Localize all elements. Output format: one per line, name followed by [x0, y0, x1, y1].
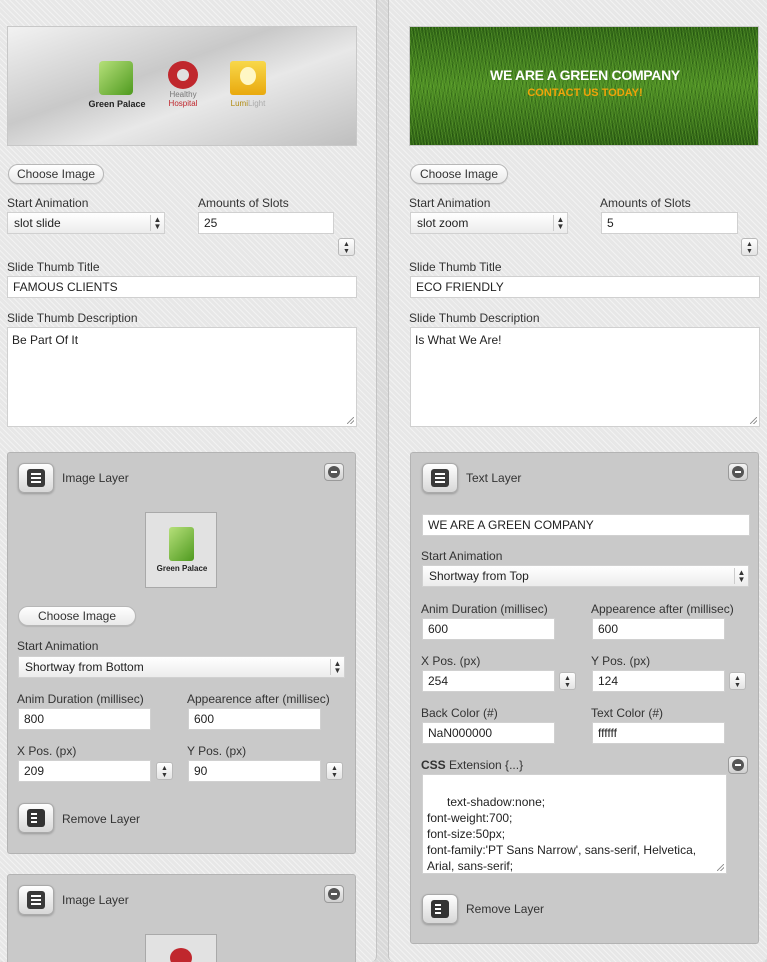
y-pos-stepper[interactable]: ▲ ▼ [729, 672, 746, 690]
appearance-after-label: Appearence after (millisec) [591, 602, 734, 616]
css-extension-label: CSS Extension {...} [421, 758, 524, 772]
layer-menu-button[interactable] [18, 463, 54, 493]
layer-start-animation-label: Start Animation [421, 549, 503, 563]
slots-stepper[interactable]: ▲ ▼ [741, 238, 758, 256]
layer-start-animation-label: Start Animation [17, 639, 99, 653]
back-color-input[interactable]: NaN000000 [422, 722, 555, 744]
thumb-description-textarea[interactable]: Be Part Of It [7, 327, 357, 427]
x-pos-label: X Pos. (px) [17, 744, 77, 758]
list-icon [431, 469, 449, 487]
select-arrows-icon: ▲ ▼ [330, 659, 344, 675]
image-layer-panel: Image Layer Green Palace Choose Image St… [7, 452, 356, 854]
slide-editor-right: WE ARE A GREEN COMPANY CONTACT US TODAY!… [388, 0, 767, 962]
resize-grip-icon[interactable] [717, 864, 724, 871]
start-animation-label: Start Animation [7, 196, 89, 210]
anim-duration-input[interactable]: 800 [18, 708, 151, 730]
remove-layer-icon-button[interactable] [422, 894, 458, 924]
layer-image-thumbnail [145, 934, 217, 962]
thumb-title-label: Slide Thumb Title [409, 260, 502, 274]
layer-title: Image Layer [62, 893, 129, 907]
appearance-after-input[interactable]: 600 [592, 618, 725, 640]
layer-title: Text Layer [466, 471, 522, 485]
start-animation-select[interactable]: slot zoom ▲ ▼ [410, 212, 568, 234]
select-arrows-icon: ▲ ▼ [734, 568, 748, 584]
remove-layer-icon [431, 900, 449, 918]
layer-choose-image-button[interactable]: Choose Image [18, 606, 136, 626]
text-layer-panel: Text Layer WE ARE A GREEN COMPANY Start … [410, 452, 759, 944]
layer-menu-button[interactable] [18, 885, 54, 915]
appearance-after-label: Appearence after (millisec) [187, 692, 330, 706]
start-animation-label: Start Animation [409, 196, 491, 210]
start-animation-select[interactable]: slot slide ▲ ▼ [7, 212, 165, 234]
css-extension-textarea[interactable]: text-shadow:none; font-weight:700; font-… [422, 774, 727, 874]
green-palace-logo: Green Palace [82, 61, 152, 111]
y-pos-input[interactable]: 124 [592, 670, 725, 692]
minus-icon [328, 888, 340, 900]
collapse-layer-button[interactable] [728, 463, 748, 481]
slots-input[interactable]: 5 [601, 212, 738, 234]
choose-image-button[interactable]: Choose Image [8, 164, 104, 184]
x-pos-stepper[interactable]: ▲ ▼ [559, 672, 576, 690]
slide-editor-left: Green Palace Healthy Hospital LumiLight … [0, 0, 377, 962]
anim-duration-label: Anim Duration (millisec) [17, 692, 144, 706]
text-color-input[interactable]: ffffff [592, 722, 725, 744]
thumb-description-textarea[interactable]: Is What We Are! [410, 327, 760, 427]
remove-layer-icon [27, 809, 45, 827]
preview-headline: WE ARE A GREEN COMPANY [490, 67, 680, 83]
slide-preview-image: WE ARE A GREEN COMPANY CONTACT US TODAY! [409, 26, 759, 146]
minus-icon [732, 466, 744, 478]
layer-title: Image Layer [62, 471, 129, 485]
layer-start-animation-select[interactable]: Shortway from Top ▲ ▼ [422, 565, 749, 587]
y-pos-label: Y Pos. (px) [187, 744, 247, 758]
collapse-layer-button[interactable] [324, 885, 344, 903]
collapse-layer-button[interactable] [324, 463, 344, 481]
y-pos-stepper[interactable]: ▲ ▼ [326, 762, 343, 780]
remove-layer-icon-button[interactable] [18, 803, 54, 833]
minus-icon [328, 466, 340, 478]
thumb-description-label: Slide Thumb Description [7, 311, 138, 325]
thumb-title-input[interactable]: ECO FRIENDLY [410, 276, 760, 298]
minus-icon [732, 759, 744, 771]
select-arrows-icon: ▲ ▼ [553, 215, 567, 231]
y-pos-input[interactable]: 90 [188, 760, 321, 782]
anim-duration-label: Anim Duration (millisec) [421, 602, 548, 616]
image-layer-panel-2: Image Layer [7, 874, 356, 962]
y-pos-label: Y Pos. (px) [591, 654, 651, 668]
resize-grip-icon[interactable] [750, 417, 757, 424]
resize-grip-icon[interactable] [347, 417, 354, 424]
appearance-after-input[interactable]: 600 [188, 708, 321, 730]
layer-start-animation-select[interactable]: Shortway from Bottom ▲ ▼ [18, 656, 345, 678]
slots-label: Amounts of Slots [198, 196, 289, 210]
thumb-title-label: Slide Thumb Title [7, 260, 100, 274]
slots-input[interactable]: 25 [198, 212, 334, 234]
slide-preview-image: Green Palace Healthy Hospital LumiLight [7, 26, 357, 146]
anim-duration-input[interactable]: 600 [422, 618, 555, 640]
remove-layer-label[interactable]: Remove Layer [466, 902, 544, 916]
layer-menu-button[interactable] [422, 463, 458, 493]
slots-stepper[interactable]: ▲ ▼ [338, 238, 355, 256]
preview-subline: CONTACT US TODAY! [527, 87, 643, 99]
remove-layer-label[interactable]: Remove Layer [62, 812, 140, 826]
back-color-label: Back Color (#) [421, 706, 498, 720]
slots-label: Amounts of Slots [600, 196, 691, 210]
text-color-label: Text Color (#) [591, 706, 664, 720]
x-pos-label: X Pos. (px) [421, 654, 481, 668]
x-pos-input[interactable]: 209 [18, 760, 151, 782]
select-arrows-icon: ▲ ▼ [150, 215, 164, 231]
thumb-description-label: Slide Thumb Description [409, 311, 540, 325]
choose-image-button[interactable]: Choose Image [410, 164, 508, 184]
thumb-title-input[interactable]: FAMOUS CLIENTS [7, 276, 357, 298]
list-icon [27, 891, 45, 909]
layer-text-input[interactable]: WE ARE A GREEN COMPANY [422, 514, 750, 536]
lumilight-logo: LumiLight [226, 61, 270, 111]
collapse-css-button[interactable] [728, 756, 748, 774]
list-icon [27, 469, 45, 487]
layer-image-thumbnail: Green Palace [145, 512, 217, 588]
x-pos-input[interactable]: 254 [422, 670, 555, 692]
x-pos-stepper[interactable]: ▲ ▼ [156, 762, 173, 780]
healthy-hospital-logo: Healthy Hospital [163, 61, 203, 111]
